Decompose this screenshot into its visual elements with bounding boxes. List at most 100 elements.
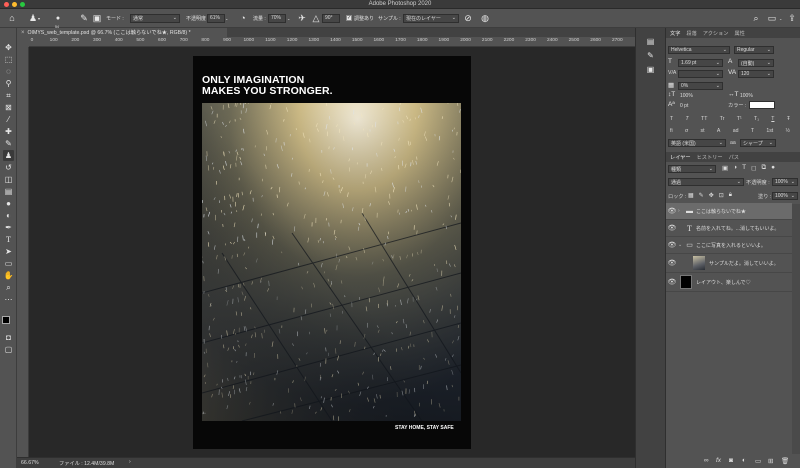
gradient-tool-icon[interactable]: ▤ (3, 186, 14, 197)
old-style-button[interactable]: σ (685, 128, 688, 134)
workspace-icon[interactable]: ▭ (766, 12, 778, 24)
layer-row[interactable]: 👁︎ › ▬ ここは触らないでね★ (666, 203, 792, 220)
filter-adjustment-icon[interactable]: ◑ (733, 164, 737, 172)
tsume-input[interactable]: 0% ⌄ (678, 82, 723, 90)
all-caps-button[interactable]: TT (701, 116, 707, 122)
angle-icon[interactable]: △ (310, 12, 322, 24)
mask-icon[interactable]: ◙ (729, 457, 733, 464)
blur-tool-icon[interactable]: ● (3, 198, 14, 209)
swash-button[interactable]: A (717, 128, 720, 134)
layer-row[interactable]: 👁︎ サンプルだよ。消していいよ。 (666, 254, 792, 273)
clone-source-icon[interactable]: ▣ (91, 12, 103, 24)
fill-input[interactable]: 100% ⌄ (772, 192, 798, 200)
ordinals-button[interactable]: 1st (766, 128, 773, 134)
eraser-tool-icon[interactable]: ◫ (3, 174, 14, 185)
search-icon[interactable]: ⌕ (750, 12, 762, 24)
clone-stamp-tool-icon[interactable]: ♟ (3, 150, 14, 161)
type-tool-icon[interactable]: T (3, 234, 14, 245)
aligned-checkbox[interactable]: ✓ (346, 15, 352, 21)
vertical-scale-input[interactable]: 100% (678, 92, 723, 100)
pressure-size-icon[interactable]: ◍ (479, 12, 491, 24)
angle-input[interactable]: 90° (322, 13, 340, 23)
ignore-adjustment-icon[interactable]: ⊘ (462, 12, 474, 24)
filter-shape-icon[interactable]: ◻ (751, 164, 756, 172)
document-tab[interactable]: × OIMYS_web_template.psd @ 66.7% (ここは触らな… (17, 28, 227, 37)
tab-properties[interactable]: 属性 (734, 30, 744, 37)
share-icon[interactable]: ⇪ (786, 12, 798, 24)
visibility-eye-icon[interactable]: 👁︎ (666, 278, 678, 286)
foreground-color-swatch[interactable] (2, 316, 10, 324)
new-layer-icon[interactable]: ⊞ (768, 457, 773, 465)
language-select[interactable]: 英語 (米国) ⌄ (668, 139, 726, 147)
ligatures-button[interactable]: fi (670, 128, 673, 134)
faux-bold-button[interactable]: T (670, 116, 673, 122)
visibility-eye-icon[interactable]: 👁︎ (666, 259, 678, 267)
layer-row[interactable]: 👁︎ ⌄ ▭ ここに写真を入れるといいよ。 (666, 237, 792, 254)
history-panel-icon[interactable]: ▤ (645, 36, 656, 47)
more-tools-icon[interactable]: ⋯ (3, 294, 14, 305)
visibility-eye-icon[interactable]: 👁︎ (666, 207, 678, 215)
visibility-eye-icon[interactable]: 👁︎ (666, 241, 678, 249)
link-icon[interactable]: ∞ (704, 457, 709, 464)
underline-button[interactable]: T (771, 116, 774, 122)
text-color-swatch[interactable] (749, 101, 775, 109)
lock-transparency-icon[interactable]: ▦ (688, 192, 694, 199)
faux-italic-button[interactable]: T (686, 116, 689, 122)
antialias-select[interactable]: シャープ ⌄ (740, 139, 776, 147)
crop-tool-icon[interactable]: ⌗ (3, 90, 14, 101)
tracking-input[interactable]: 120 ⌄ (738, 70, 774, 78)
baseline-shift-input[interactable]: 0 pt (678, 102, 723, 110)
leading-input[interactable]: (自動) ⌄ (738, 59, 774, 67)
home-icon[interactable]: ⌂ (6, 12, 18, 24)
opacity-dropdown-icon[interactable]: ⌄ (225, 12, 228, 24)
flow-dropdown-icon[interactable]: ⌄ (287, 12, 290, 24)
tab-character[interactable]: 文字 (670, 30, 680, 37)
subscript-button[interactable]: T₁ (754, 116, 759, 122)
horizontal-ruler[interactable]: 0 100 200 300 400 500 600 700 800 900 1000 1100 1200… (29, 37, 635, 47)
strikethrough-button[interactable]: Ŧ (787, 116, 790, 122)
layer-row[interactable]: 👁︎ T 名前を入れてね。...消してもいいよ。 (666, 220, 792, 237)
fractions-button[interactable]: ½ (786, 128, 790, 134)
brush-tool-icon[interactable]: ✎ (3, 138, 14, 149)
path-selection-tool-icon[interactable]: ➤ (3, 246, 14, 257)
opacity-input[interactable]: 61% (207, 13, 225, 23)
sample-select[interactable]: 現在のレイヤー ⌄ (403, 13, 459, 23)
layer-row[interactable]: 👁︎ レイアウト、楽しんで♡ (666, 273, 792, 292)
screen-mode-icon[interactable]: ▢ (3, 344, 14, 355)
zoom-tool-icon[interactable]: ⌕ (3, 282, 14, 293)
filter-smart-icon[interactable]: ⧉ (761, 164, 766, 172)
pen-tool-icon[interactable]: ✒ (3, 222, 14, 233)
move-tool-icon[interactable]: ✥ (3, 42, 14, 53)
close-tab-icon[interactable]: × (21, 30, 25, 36)
horizontal-scale-input[interactable]: 100% (738, 92, 774, 100)
rectangle-tool-icon[interactable]: ▭ (3, 258, 14, 269)
eyedropper-tool-icon[interactable]: ⁄ (3, 114, 14, 125)
filter-toggle-icon[interactable]: ● (771, 164, 775, 172)
tab-layers[interactable]: レイヤー (670, 154, 691, 161)
healing-brush-tool-icon[interactable]: ✚ (3, 126, 14, 137)
filter-type-icon[interactable]: T (742, 164, 746, 172)
fx-icon[interactable]: fx (716, 457, 721, 464)
quick-mask-icon[interactable]: ◘ (3, 332, 14, 343)
adjustment-icon[interactable]: ◐ (742, 457, 746, 464)
tab-paragraph[interactable]: 段落 (686, 30, 696, 37)
brush-settings-panel-icon[interactable]: ✎ (645, 50, 656, 61)
lock-pixels-icon[interactable]: ✎ (699, 192, 704, 199)
pressure-opacity-icon[interactable]: ◔ (237, 12, 249, 24)
flow-input[interactable]: 70% (268, 13, 286, 23)
stylistic-alternates-button[interactable]: st (700, 128, 704, 134)
superscript-button[interactable]: T¹ (737, 116, 742, 122)
font-size-input[interactable]: 1.69 pt ⌄ (678, 59, 723, 67)
filter-pixel-icon[interactable]: ▣ (722, 164, 728, 172)
airbrush-icon[interactable]: ✈ (296, 12, 308, 24)
font-family-select[interactable]: Helvetica ⌄ (668, 46, 730, 54)
workspace-dropdown-icon[interactable]: ⌄ (779, 12, 782, 24)
history-brush-tool-icon[interactable]: ↺ (3, 162, 14, 173)
small-caps-button[interactable]: Tr (720, 116, 725, 122)
layer-opacity-input[interactable]: 100% ⌄ (772, 178, 798, 186)
discretionary-ligatures-button[interactable]: ad (733, 128, 739, 134)
marquee-tool-icon[interactable]: ⬚ (3, 54, 14, 65)
tab-actions[interactable]: アクション (703, 30, 729, 37)
lock-position-icon[interactable]: ✥ (709, 192, 714, 199)
lock-all-icon[interactable]: 🔒︎ (729, 192, 732, 199)
